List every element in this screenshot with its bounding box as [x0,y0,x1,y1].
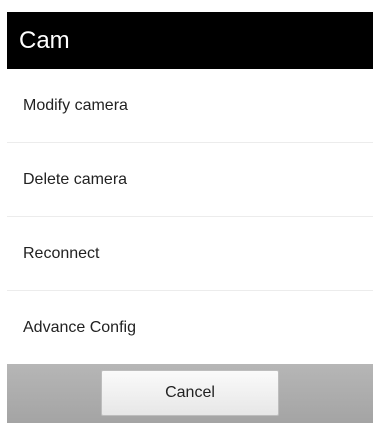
dialog-title: Cam [19,26,70,54]
menu-item-label: Advance Config [23,319,136,336]
options-list: Modify camera Delete camera Reconnect Ad… [7,69,373,365]
menu-item-label: Delete camera [23,170,128,188]
menu-item-modify-camera[interactable]: Modify camera [7,69,373,143]
camera-options-dialog: Cam Modify camera Delete camera Reconnec… [7,12,373,423]
status-area [0,0,382,12]
menu-item-label: Reconnect [23,244,100,262]
menu-item-advance-config[interactable]: Advance Config [7,291,373,365]
menu-item-label: Modify camera [23,96,128,114]
dialog-header: Cam [7,12,373,69]
dialog-footer: Cancel [7,364,373,423]
screen: Cam Modify camera Delete camera Reconnec… [0,0,382,423]
menu-item-delete-camera[interactable]: Delete camera [7,143,373,217]
menu-item-reconnect[interactable]: Reconnect [7,217,373,291]
cancel-button[interactable]: Cancel [101,370,279,416]
